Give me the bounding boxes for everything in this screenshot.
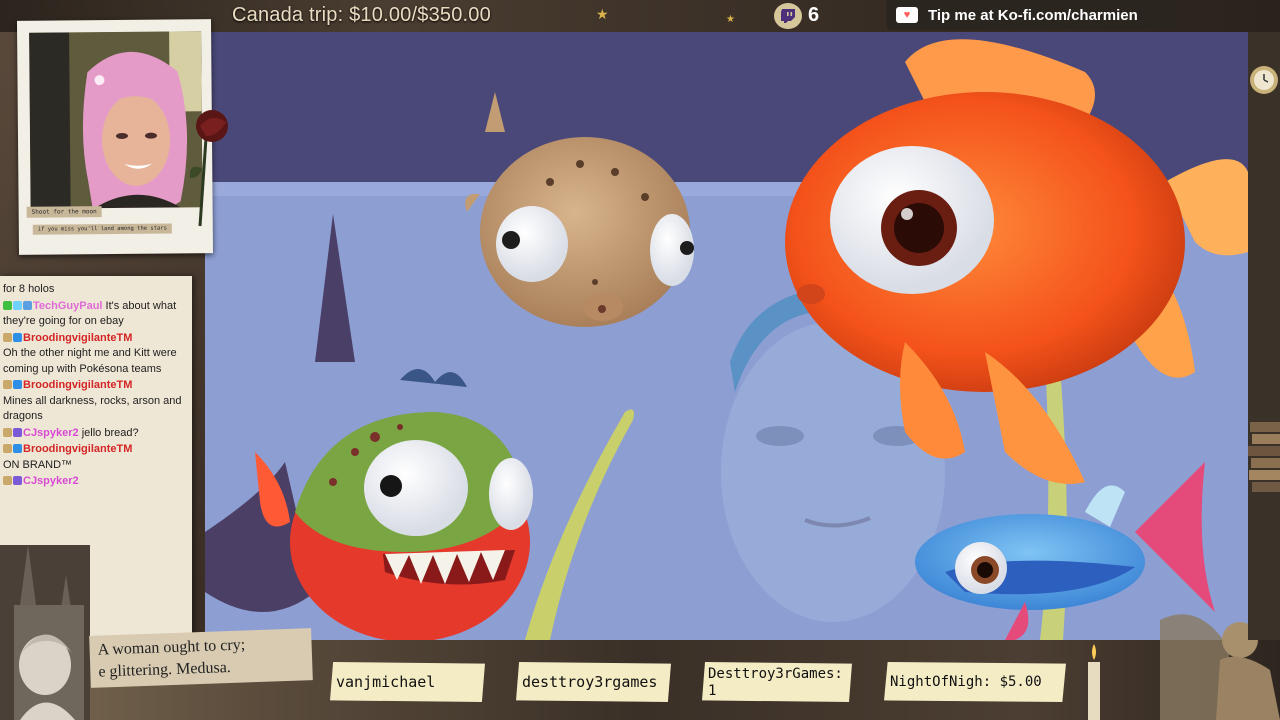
- chat-badge-icon: [3, 300, 12, 310]
- chat-message: BroodingvigilanteTM ON BRAND™: [3, 442, 188, 473]
- kofi-banner[interactable]: ♥ Tip me at Ko-fi.com/charmien: [886, 0, 1176, 30]
- chat-username[interactable]: CJspyker2: [23, 475, 79, 487]
- webcam-feed: [29, 31, 203, 209]
- chat-badge-icon: [13, 380, 22, 389]
- chat-badge-icon: [3, 444, 12, 453]
- star-icon: ★: [596, 6, 609, 22]
- rose-icon: [189, 110, 228, 227]
- chat-badge-icon: [13, 300, 22, 310]
- chat-badge-icon: [23, 300, 32, 310]
- aquarium-scene: [205, 32, 1248, 640]
- kofi-heart-icon: ♥: [896, 7, 918, 23]
- chat-username[interactable]: BroodingvigilanteTM: [23, 332, 132, 344]
- webcam-note-top: Shoot for the moon: [26, 206, 102, 218]
- game-capture: [205, 32, 1248, 640]
- chat-message: TechGuyPaul It's about what they're goin…: [3, 299, 188, 330]
- chat-username[interactable]: TechGuyPaul: [33, 300, 102, 312]
- webcam-note-bottom: if you miss you'll land among the stars: [32, 223, 172, 235]
- chat-badge-icon: [13, 476, 22, 485]
- chat-badge-icon: [3, 380, 12, 389]
- chat-badge-icon: [3, 476, 12, 485]
- twitch-icon: [774, 3, 802, 29]
- chat-text: for 8 holos: [3, 283, 55, 295]
- chat-username[interactable]: CJspyker2: [23, 427, 79, 439]
- chat-text: ON BRAND™: [3, 458, 73, 471]
- chat-message: BroodingvigilanteTM Oh the other night me…: [3, 331, 188, 378]
- label-recent-follower: vanjmichael: [330, 662, 485, 702]
- chat-text: jello bread?: [78, 426, 139, 439]
- chat-text: Mines all darkness, rocks, arson and dra…: [3, 394, 182, 423]
- chat-message: CJspyker2 jello bread?: [3, 426, 188, 442]
- castle-statue-deco: [0, 545, 90, 720]
- donation-goal: Canada trip: $10.00/$350.00: [232, 4, 491, 26]
- chat-badge-icon: [3, 332, 12, 342]
- viewer-count: 6: [808, 4, 820, 26]
- chat-badge-icon: [13, 444, 22, 453]
- candle-icon: [1088, 644, 1100, 720]
- kofi-tip-text: Tip me at Ko-fi.com/charmien: [928, 6, 1138, 24]
- star-icon: ★: [726, 14, 735, 25]
- chat-username[interactable]: BroodingvigilanteTM: [23, 443, 132, 455]
- label-recent-subscriber: desttroy3rgames: [516, 662, 671, 702]
- chat-badge-icon: [13, 332, 22, 342]
- collage-quote: A woman ought to cry; e glittering. Medu…: [89, 628, 313, 688]
- chat-message: for 8 holos: [3, 282, 188, 298]
- webcam-frame: Shoot for the moon if you miss you'll la…: [16, 19, 214, 255]
- chat-message: BroodingvigilanteTM Mines all darkness, r…: [3, 378, 188, 425]
- label-recent-tip: NightOfNigh: $5.00: [884, 662, 1066, 702]
- label-recent-cheer: Desttroy3rGames: 1: [702, 662, 852, 702]
- chat-badge-icon: [13, 427, 22, 437]
- chat-username[interactable]: BroodingvigilanteTM: [23, 379, 132, 391]
- chat-badge-icon: [3, 427, 12, 437]
- right-edge-deco: [1248, 32, 1280, 640]
- chat-message: CJspyker2: [3, 474, 188, 490]
- stream-overlay: Canada trip: $10.00/$350.00 ★ ★ ★ 6 ♥ Ti…: [0, 0, 1280, 720]
- chat-text: Oh the other night me and Kitt were comi…: [3, 347, 177, 375]
